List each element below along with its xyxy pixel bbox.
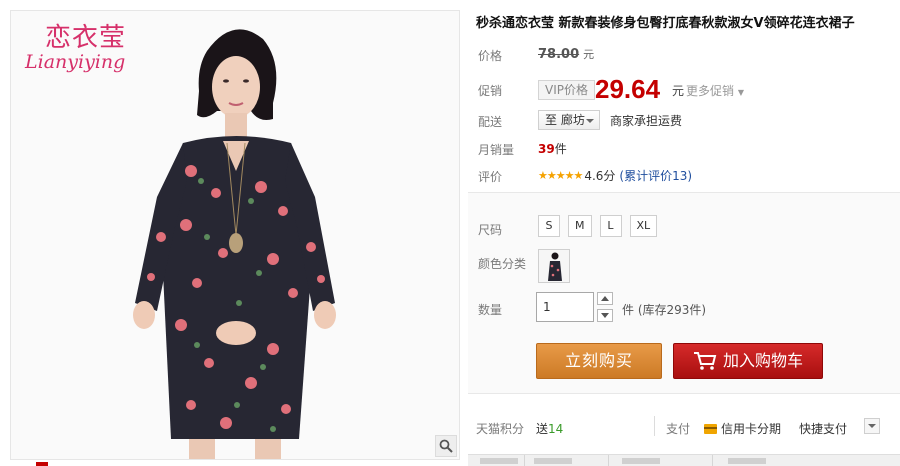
rating-summary: ★★★★★ 4.6分 (累计评价13): [538, 167, 692, 184]
shipping-destination-select[interactable]: 至 廊坊: [538, 110, 600, 130]
chevron-up-icon: [601, 296, 609, 301]
stock-count: (库存293件): [637, 303, 707, 317]
buy-now-button[interactable]: 立刻购买: [536, 343, 662, 379]
points-amount: 14: [548, 422, 564, 436]
quantity-label: 数量: [478, 303, 503, 317]
monthly-sales: 39件: [538, 140, 567, 157]
color-option-thumbnail[interactable]: [538, 249, 570, 283]
caret-down-icon: ▼: [737, 88, 744, 97]
more-promotions-label: 更多促销: [686, 84, 735, 98]
star-rating-icon: ★★★★★: [538, 169, 583, 182]
product-info-panel: 秒杀通恋衣莹 新款春装修身包臀打底春秋款淑女V领碎花连衣裙子 价格 78.00 元…: [468, 0, 900, 466]
original-price-value: 78.00: [538, 47, 580, 62]
brand-name-cn: 恋衣莹: [45, 23, 127, 53]
vip-price-tag: VIP价格: [538, 80, 595, 100]
quantity-decrease-button[interactable]: [597, 309, 613, 322]
original-price: 78.00 元: [538, 46, 594, 62]
promotion-price: 29.64: [595, 74, 661, 104]
credit-card-icon: [704, 423, 717, 434]
points-give: 送: [536, 422, 549, 436]
divider: [524, 455, 525, 466]
divider: [712, 455, 713, 466]
chevron-down-icon: [601, 313, 609, 318]
dress-thumbnail-icon: [539, 250, 569, 282]
tab-stub[interactable]: [480, 458, 518, 464]
add-to-cart-label: 加入购物车: [722, 351, 803, 370]
price-section: 价格 78.00 元 促销 VIP价格 29.64 元 更多促销 ▼ 配送 至 廊…: [468, 40, 900, 190]
size-label: 尺码: [478, 223, 503, 237]
quantity-increase-button[interactable]: [597, 292, 613, 305]
quantity-input[interactable]: 1: [536, 292, 594, 322]
divider: [468, 393, 900, 394]
original-price-unit: 元: [583, 48, 595, 61]
size-option-xl[interactable]: XL: [629, 215, 658, 237]
size-option-l[interactable]: L: [599, 215, 622, 237]
payment-more-dropdown[interactable]: [864, 418, 880, 434]
shipping-note: 商家承担运费: [610, 114, 683, 128]
promotion-price-unit: 元: [672, 84, 685, 98]
sku-selection-section: 尺码 S M L XL 颜色分类 数量 1 件 (库存293件) 立刻购买 加入…: [468, 193, 900, 393]
sales-count: 39: [538, 142, 555, 156]
color-label: 颜色分类: [478, 257, 527, 271]
points-value: 送14: [536, 420, 563, 437]
more-promotions-link[interactable]: 更多促销 ▼: [686, 82, 744, 99]
shopping-cart-icon: [693, 352, 717, 370]
price-label: 价格: [478, 49, 503, 63]
tab-stub[interactable]: [534, 458, 572, 464]
chevron-down-icon: [586, 119, 594, 123]
red-accent-mark: [36, 462, 48, 466]
shipping-destination: 至 廊坊: [545, 113, 585, 127]
add-to-cart-button[interactable]: 加入购物车: [673, 343, 823, 379]
divider: [608, 455, 609, 466]
tab-stub[interactable]: [622, 458, 660, 464]
credit-installment-label: 信用卡分期: [721, 422, 782, 436]
quick-pay-option[interactable]: 快捷支付: [799, 420, 847, 437]
points-label: 天猫积分: [476, 422, 525, 436]
review-count-link[interactable]: (累计评价13): [619, 167, 692, 184]
brand-name-en: Lianyiying: [25, 51, 126, 73]
product-title: 秒杀通恋衣莹 新款春装修身包臀打底春秋款淑女V领碎花连衣裙子: [476, 16, 855, 31]
brand-logo: 恋衣莹 Lianyiying: [25, 17, 155, 83]
stock-info: 件 (库存293件): [622, 301, 706, 318]
rating-score: 4.6分: [584, 169, 616, 183]
promotion-label: 促销: [478, 84, 503, 98]
points-and-payment-row: 天猫积分 送14 支付 信用卡分期 快捷支付: [468, 416, 900, 438]
size-option-s[interactable]: S: [538, 215, 560, 237]
shipping-label: 配送: [478, 115, 503, 129]
product-image-panel[interactable]: 恋衣莹 Lianyiying: [10, 10, 460, 460]
payment-label: 支付: [666, 422, 691, 436]
magnifier-icon: [439, 439, 453, 453]
sales-label: 月销量: [478, 143, 515, 157]
tab-stub[interactable]: [728, 458, 766, 464]
size-options: S M L XL: [538, 215, 658, 237]
detail-tabs-strip: [468, 454, 900, 466]
sales-unit: 件: [554, 142, 567, 156]
size-option-m[interactable]: M: [568, 215, 592, 237]
review-label: 评价: [478, 170, 503, 184]
zoom-button[interactable]: [435, 435, 457, 457]
credit-installment-option[interactable]: 信用卡分期: [704, 420, 781, 437]
divider: [654, 416, 655, 436]
quantity-unit: 件: [622, 303, 635, 317]
